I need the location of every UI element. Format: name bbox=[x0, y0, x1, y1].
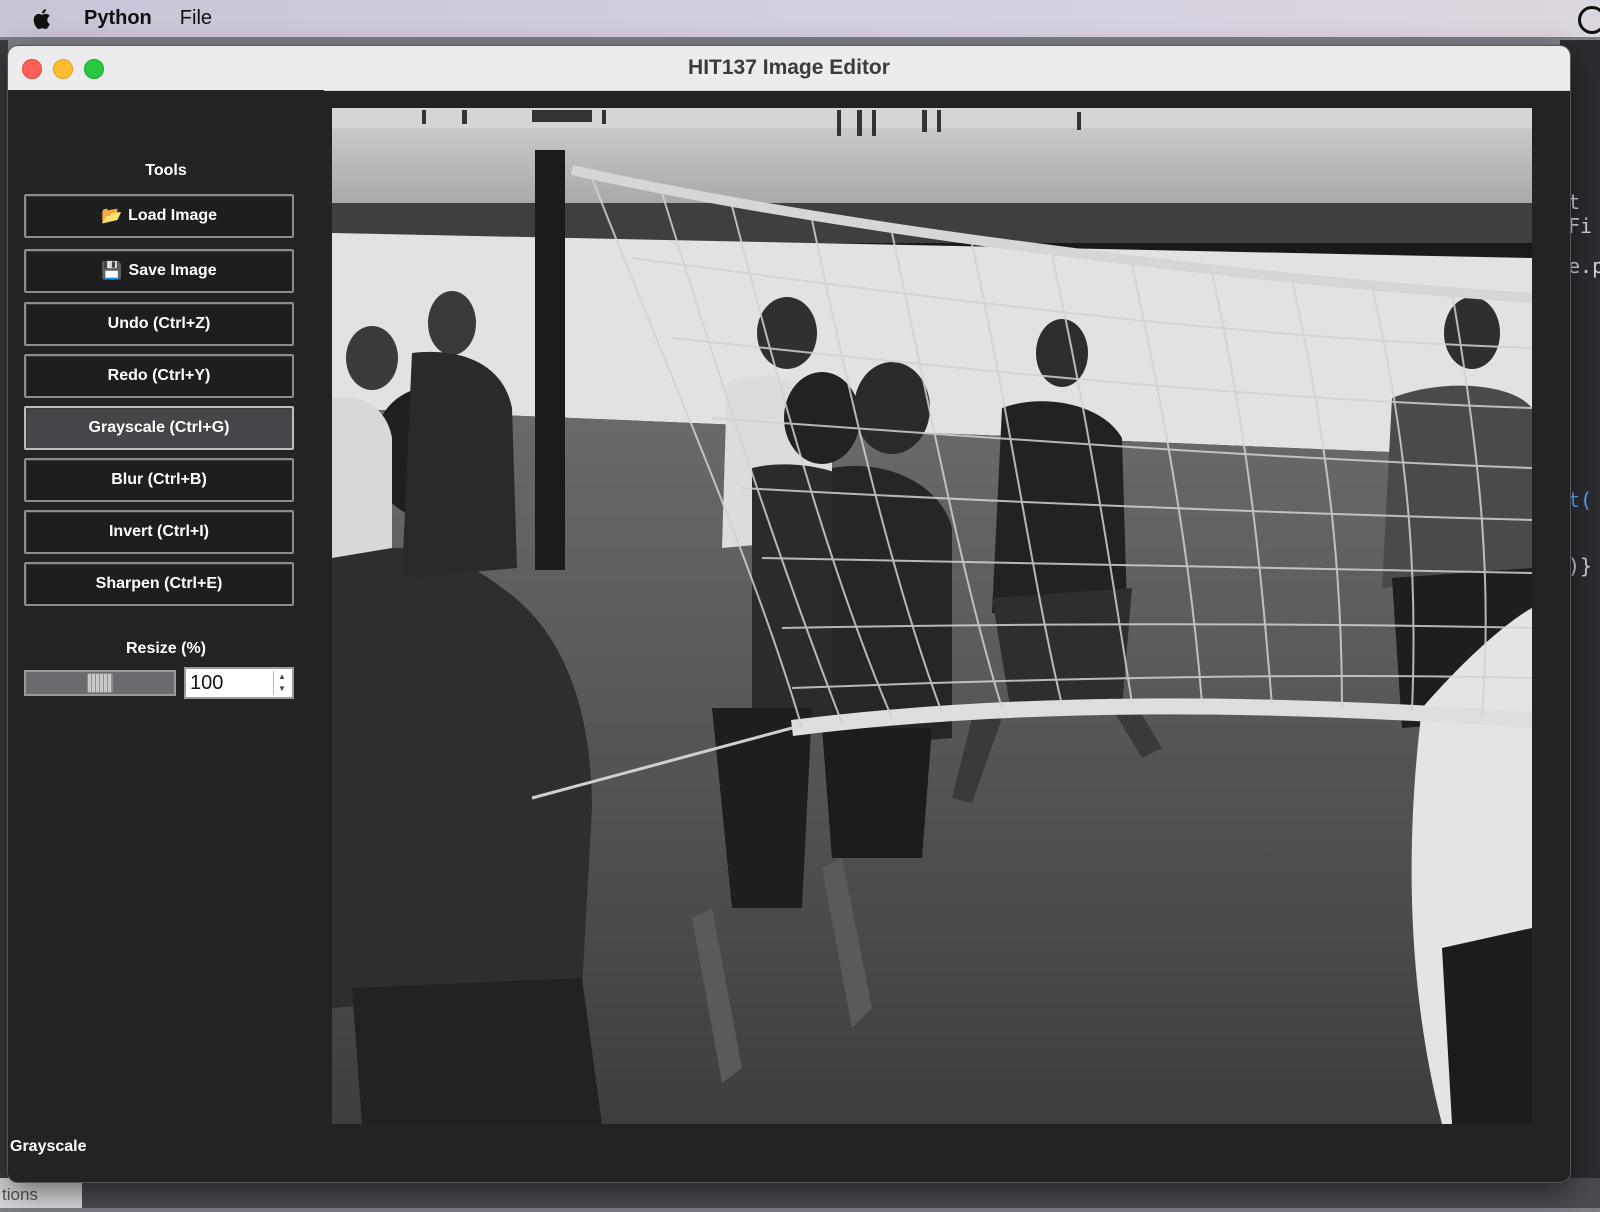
status-label: Grayscale bbox=[10, 1138, 87, 1155]
tools-heading: Tools bbox=[145, 162, 187, 179]
save-image-label: Save Image bbox=[128, 262, 217, 279]
editor-snippet: t Fi bbox=[1568, 190, 1593, 238]
resize-value-input[interactable] bbox=[190, 672, 268, 694]
grayscale-button[interactable]: Grayscale (Ctrl+G) bbox=[24, 406, 294, 450]
tools-sidebar: Tools 📂 Load Image 💾 Save Image Undo (Ct… bbox=[8, 90, 324, 1182]
grayscale-photo bbox=[332, 108, 1532, 1124]
resize-slider-thumb[interactable] bbox=[87, 673, 113, 693]
apple-icon[interactable] bbox=[32, 6, 54, 32]
menu-bar: Python File bbox=[0, 0, 1600, 37]
menu-file[interactable]: File bbox=[180, 7, 212, 30]
folder-icon: 📂 bbox=[100, 206, 123, 225]
background-app-edge bbox=[0, 40, 8, 1208]
load-image-button[interactable]: 📂 Load Image bbox=[24, 194, 294, 238]
sharpen-label: Sharpen (Ctrl+E) bbox=[95, 575, 223, 592]
control-center-icon[interactable] bbox=[1578, 6, 1600, 34]
load-image-label: Load Image bbox=[128, 207, 218, 224]
background-dock: tions bbox=[0, 1178, 1600, 1208]
editor-snippet: e.py bbox=[1568, 254, 1600, 278]
blur-label: Blur (Ctrl+B) bbox=[111, 471, 207, 488]
resize-slider[interactable] bbox=[24, 670, 176, 696]
image-canvas[interactable] bbox=[332, 108, 1532, 1124]
grayscale-label: Grayscale (Ctrl+G) bbox=[88, 419, 230, 436]
blur-button[interactable]: Blur (Ctrl+B) bbox=[24, 458, 294, 502]
invert-button[interactable]: Invert (Ctrl+I) bbox=[24, 510, 294, 554]
resize-heading: Resize (%) bbox=[125, 640, 207, 657]
background-tab: tions bbox=[0, 1178, 82, 1208]
invert-label: Invert (Ctrl+I) bbox=[108, 523, 209, 540]
menu-app-name[interactable]: Python bbox=[84, 7, 152, 30]
editor-snippet: )} bbox=[1568, 554, 1593, 578]
resize-spinbox[interactable]: ▲▼ bbox=[184, 667, 294, 699]
image-editor-window: HIT137 Image Editor Tools 📂 Load Image 💾… bbox=[8, 46, 1570, 1182]
sharpen-button[interactable]: Sharpen (Ctrl+E) bbox=[24, 562, 294, 606]
spin-arrows-icon[interactable]: ▲ ▼ bbox=[273, 671, 290, 695]
floppy-disk-icon: 💾 bbox=[101, 261, 123, 280]
redo-label: Redo (Ctrl+Y) bbox=[107, 367, 211, 384]
undo-label: Undo (Ctrl+Z) bbox=[107, 315, 211, 332]
editor-snippet: t( bbox=[1568, 488, 1593, 512]
title-bar: HIT137 Image Editor bbox=[8, 46, 1570, 91]
save-image-button[interactable]: 💾 Save Image bbox=[24, 249, 294, 293]
window-title: HIT137 Image Editor bbox=[688, 56, 890, 79]
undo-button[interactable]: Undo (Ctrl+Z) bbox=[24, 302, 294, 346]
redo-button[interactable]: Redo (Ctrl+Y) bbox=[24, 354, 294, 398]
